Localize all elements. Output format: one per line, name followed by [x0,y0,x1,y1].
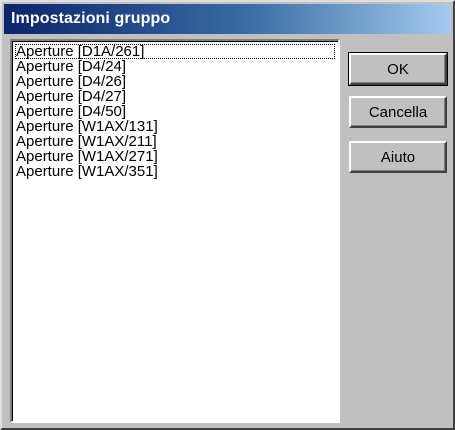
dialog-title: Impostazioni gruppo [11,10,171,27]
dialog-body: Aperture [D1A/261] Aperture [D4/24] Aper… [5,36,451,428]
title-bar[interactable]: Impostazioni gruppo [4,4,451,34]
group-settings-dialog: Impostazioni gruppo Aperture [D1A/261] A… [0,0,455,430]
group-list[interactable]: Aperture [D1A/261] Aperture [D4/24] Aper… [10,39,340,423]
ok-button[interactable]: OK [348,52,448,86]
list-item[interactable]: Aperture [D4/50] [15,104,335,119]
list-item[interactable]: Aperture [W1AX/271] [15,149,335,164]
help-button[interactable]: Aiuto [349,141,447,173]
list-item[interactable]: Aperture [D4/26] [15,74,335,89]
list-item[interactable]: Aperture [D1A/261] [15,44,335,59]
list-item[interactable]: Aperture [W1AX/351] [15,164,335,179]
cancel-button[interactable]: Cancella [349,96,447,128]
list-item[interactable]: Aperture [W1AX/131] [15,119,335,134]
list-item[interactable]: Aperture [D4/27] [15,89,335,104]
list-item[interactable]: Aperture [W1AX/211] [15,134,335,149]
list-item[interactable]: Aperture [D4/24] [15,59,335,74]
